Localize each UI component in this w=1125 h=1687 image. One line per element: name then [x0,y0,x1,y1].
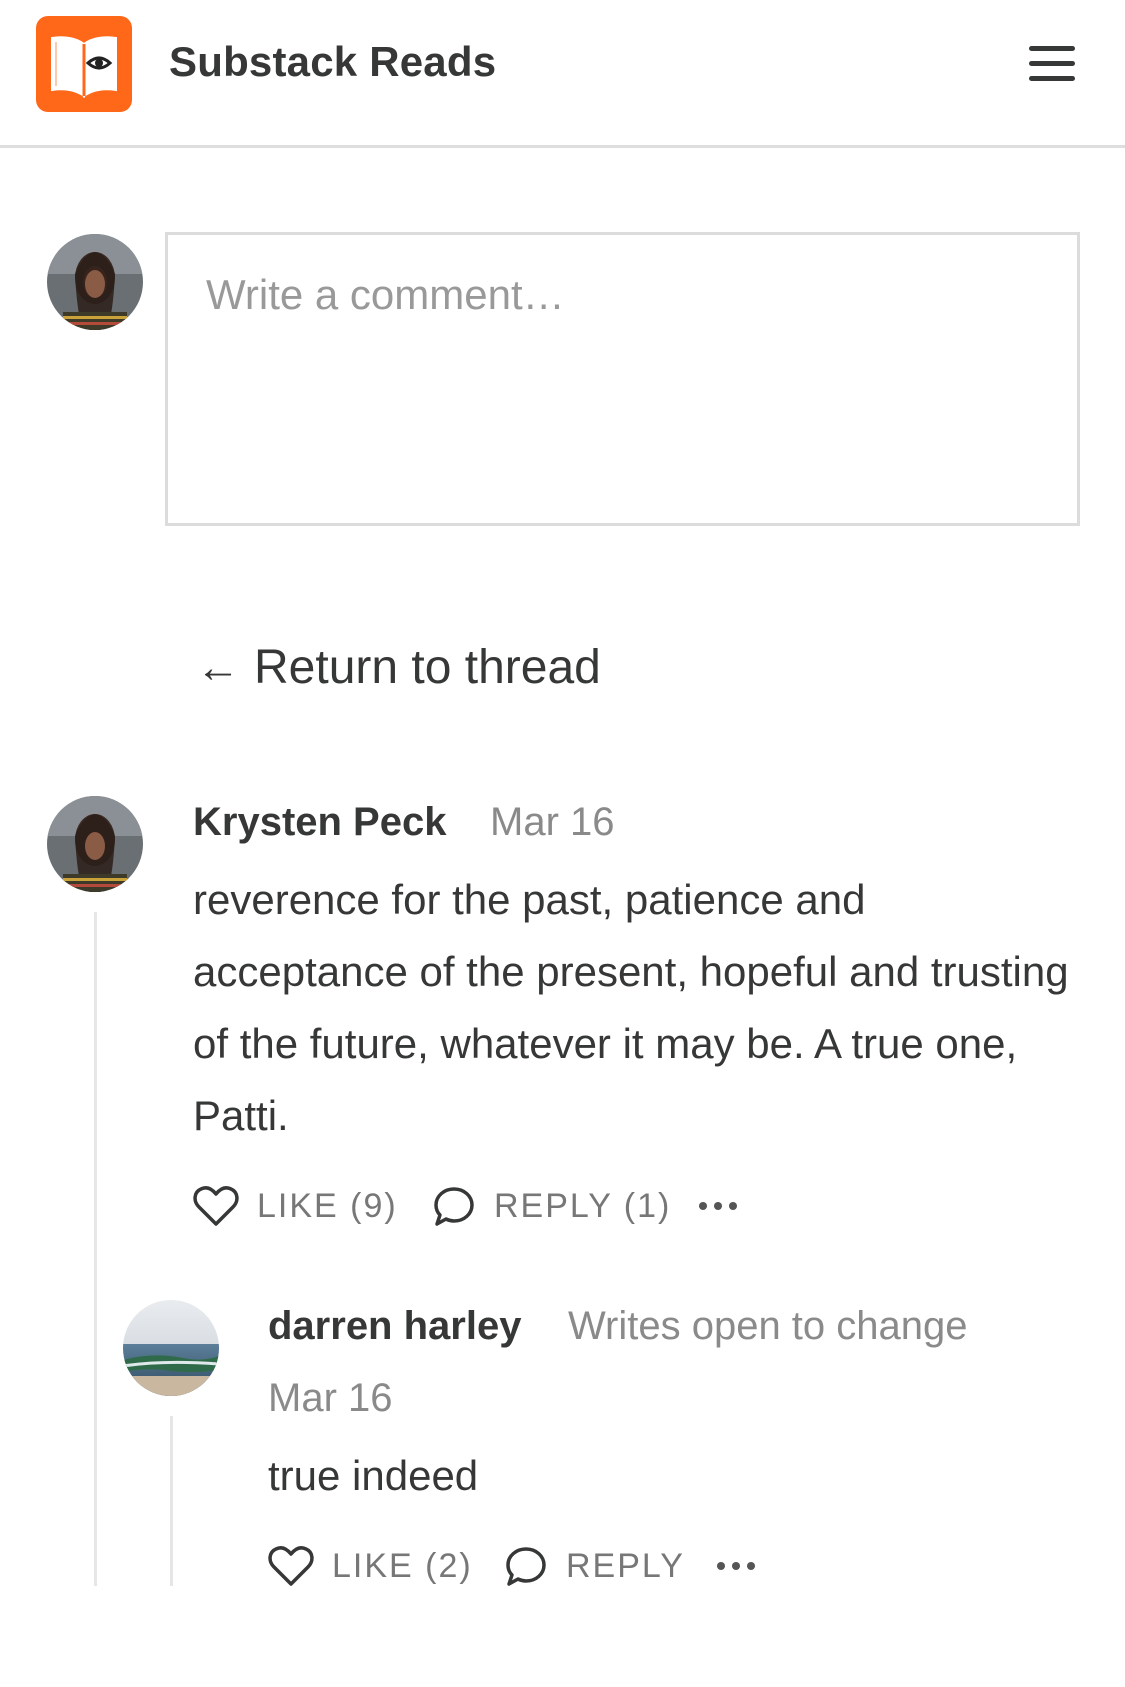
thread-line[interactable] [94,912,97,1586]
reply-author-avatar[interactable] [123,1300,219,1396]
return-to-thread-link[interactable]: ← Return to thread [196,640,601,695]
hamburger-menu-icon[interactable] [1023,38,1081,88]
reply-like-button[interactable]: LIKE (2) [268,1544,473,1588]
heart-icon [193,1186,239,1226]
more-options-icon[interactable] [696,1196,740,1216]
comment-input[interactable] [165,232,1080,526]
reply-more-options-icon[interactable] [714,1556,758,1576]
book-eye-logo[interactable] [36,16,132,112]
speech-bubble-icon [506,1547,546,1586]
comment-author-avatar[interactable] [47,796,143,892]
reply-author-byline[interactable]: Writes open to change [568,1304,968,1349]
arrow-left-icon: ← [196,642,240,692]
app-header: Substack Reads [0,0,1125,148]
comment-author-name[interactable]: Krysten Peck [193,800,446,845]
heart-icon [268,1546,314,1586]
like-count-label: LIKE (9) [257,1186,398,1225]
reply-count-label: REPLY (1) [494,1186,672,1225]
reply-author-name[interactable]: darren harley [268,1304,521,1349]
current-user-avatar [47,234,143,330]
return-to-thread-label: Return to thread [254,641,601,694]
speech-bubble-icon [434,1187,474,1226]
like-button[interactable]: LIKE (9) [193,1184,398,1228]
comment-date[interactable]: Mar 16 [490,800,615,845]
reply-body: true indeed [268,1452,479,1499]
reply-reply-button[interactable]: REPLY [504,1544,685,1588]
reply-button[interactable]: REPLY (1) [432,1184,671,1228]
reply-like-count-label: LIKE (2) [332,1546,473,1585]
reply-reply-label: REPLY [566,1546,685,1585]
comment-body: reverence for the past, patience and acc… [193,876,1069,1139]
app-title: Substack Reads [169,38,497,85]
reply-thread-line[interactable] [170,1416,173,1586]
reply-date[interactable]: Mar 16 [268,1376,393,1421]
